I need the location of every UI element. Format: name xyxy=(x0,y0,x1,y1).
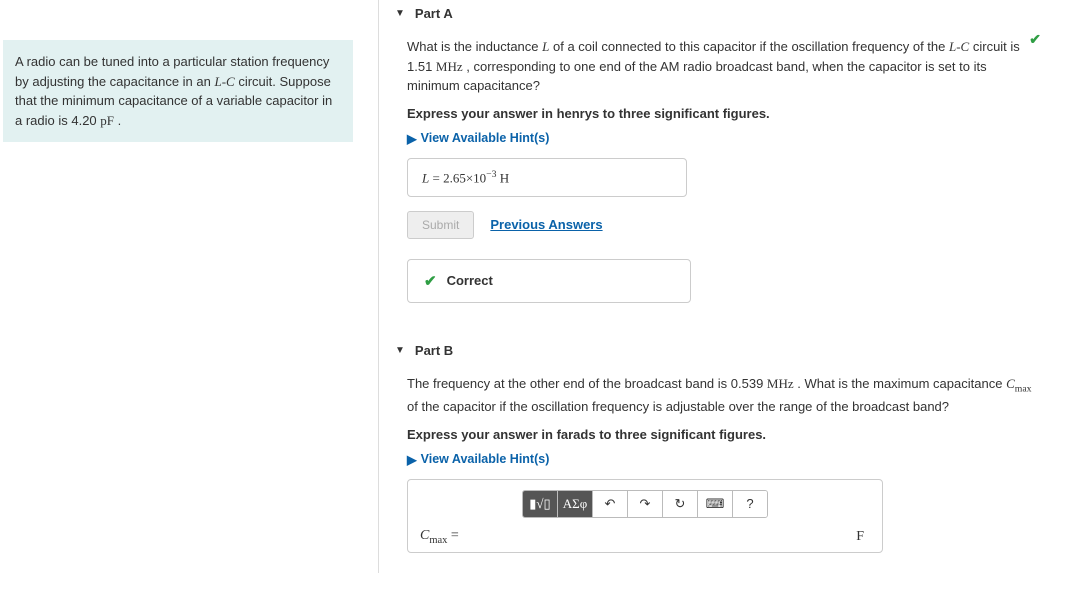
qtext: , corresponding to one end of the AM rad… xyxy=(407,59,987,94)
qtext: of the capacitor if the oscillation freq… xyxy=(407,399,949,414)
divider xyxy=(379,323,1061,337)
feedback-box: ✔ Correct xyxy=(407,259,691,303)
hints-label: View Available Hint(s) xyxy=(421,131,550,145)
lhs-eq: = xyxy=(447,528,458,543)
symbol-c-sub: max xyxy=(1015,383,1032,394)
problem-intro-panel: A radio can be tuned into a particular s… xyxy=(3,40,353,142)
part-a-title: Part A xyxy=(415,6,453,21)
part-b-instruction: Express your answer in farads to three s… xyxy=(407,427,1041,442)
part-a-body: ✔ What is the inductance L of a coil con… xyxy=(379,27,1061,323)
answer-entry-row: Cmax = F xyxy=(420,526,870,548)
qtext: . What is the maximum capacitance xyxy=(794,376,1006,391)
qtext: The frequency at the other end of the br… xyxy=(407,376,767,391)
answer-value: 2.65×10 xyxy=(443,170,486,185)
intro-text-3: . xyxy=(114,113,121,128)
answer-input[interactable] xyxy=(465,526,848,548)
answer-eq: = xyxy=(429,170,443,185)
button-row: Submit Previous Answers xyxy=(407,211,1041,239)
answer-lhs: Cmax = xyxy=(420,528,465,546)
submit-button[interactable]: Submit xyxy=(407,211,474,239)
symbol-c: C xyxy=(1006,376,1015,391)
qtext: What is the inductance xyxy=(407,39,542,54)
unit-pf: pF xyxy=(100,113,114,128)
undo-button[interactable]: ↶ xyxy=(593,491,628,517)
lc-term: L-C xyxy=(949,39,969,54)
previous-answers-link[interactable]: Previous Answers xyxy=(490,217,602,232)
lhs-sub: max xyxy=(429,534,447,545)
part-a-header[interactable]: ▼ Part A xyxy=(379,0,1061,27)
toolbar-wrap: ▮√▯ ΑΣφ ↶ ↷ ↻ ⌨ ? xyxy=(420,490,870,518)
answer-entry-box: ▮√▯ ΑΣφ ↶ ↷ ↻ ⌨ ? Cmax = F xyxy=(407,479,883,553)
main-panel: ▼ Part A ✔ What is the inductance L of a… xyxy=(378,0,1061,573)
qtext: of a coil connected to this capacitor if… xyxy=(549,39,949,54)
unit-mhz: MHz xyxy=(436,59,463,74)
caret-down-icon: ▼ xyxy=(395,8,405,19)
keyboard-icon: ⌨ xyxy=(706,496,725,512)
check-icon: ✔ xyxy=(424,272,437,290)
unit-mhz: MHz xyxy=(767,376,794,391)
part-a-question: What is the inductance L of a coil conne… xyxy=(407,37,1041,96)
symbols-button[interactable]: ΑΣφ xyxy=(558,491,593,517)
hints-label: View Available Hint(s) xyxy=(421,452,550,466)
redo-icon: ↷ xyxy=(640,496,651,512)
caret-right-icon: ▶ xyxy=(407,452,417,467)
part-b-question: The frequency at the other end of the br… xyxy=(407,374,1041,417)
reset-icon: ↻ xyxy=(675,496,686,512)
part-b-title: Part B xyxy=(415,343,453,358)
feedback-text: Correct xyxy=(447,273,493,288)
help-button[interactable]: ? xyxy=(733,491,767,517)
equation-toolbar: ▮√▯ ΑΣφ ↶ ↷ ↻ ⌨ ? xyxy=(522,490,768,518)
lc-term: L-C xyxy=(214,74,234,89)
reset-button[interactable]: ↻ xyxy=(663,491,698,517)
view-hints-link[interactable]: ▶ View Available Hint(s) xyxy=(407,131,1041,146)
caret-right-icon: ▶ xyxy=(407,131,417,146)
check-icon: ✔ xyxy=(1029,31,1041,48)
part-b-body: The frequency at the other end of the br… xyxy=(379,364,1061,573)
help-icon: ? xyxy=(746,496,753,511)
keyboard-button[interactable]: ⌨ xyxy=(698,491,733,517)
answer-display: L = 2.65×10−3 H xyxy=(407,158,687,197)
answer-exponent: −3 xyxy=(486,169,496,180)
part-a-instruction: Express your answer in henrys to three s… xyxy=(407,106,1041,121)
part-b-header[interactable]: ▼ Part B xyxy=(379,337,1061,364)
redo-button[interactable]: ↷ xyxy=(628,491,663,517)
answer-unit: H xyxy=(497,170,510,185)
lhs-var: C xyxy=(420,528,429,543)
view-hints-link[interactable]: ▶ View Available Hint(s) xyxy=(407,452,1041,467)
caret-down-icon: ▼ xyxy=(395,345,405,356)
undo-icon: ↶ xyxy=(605,496,616,512)
answer-unit: F xyxy=(848,529,870,545)
templates-button[interactable]: ▮√▯ xyxy=(523,491,558,517)
